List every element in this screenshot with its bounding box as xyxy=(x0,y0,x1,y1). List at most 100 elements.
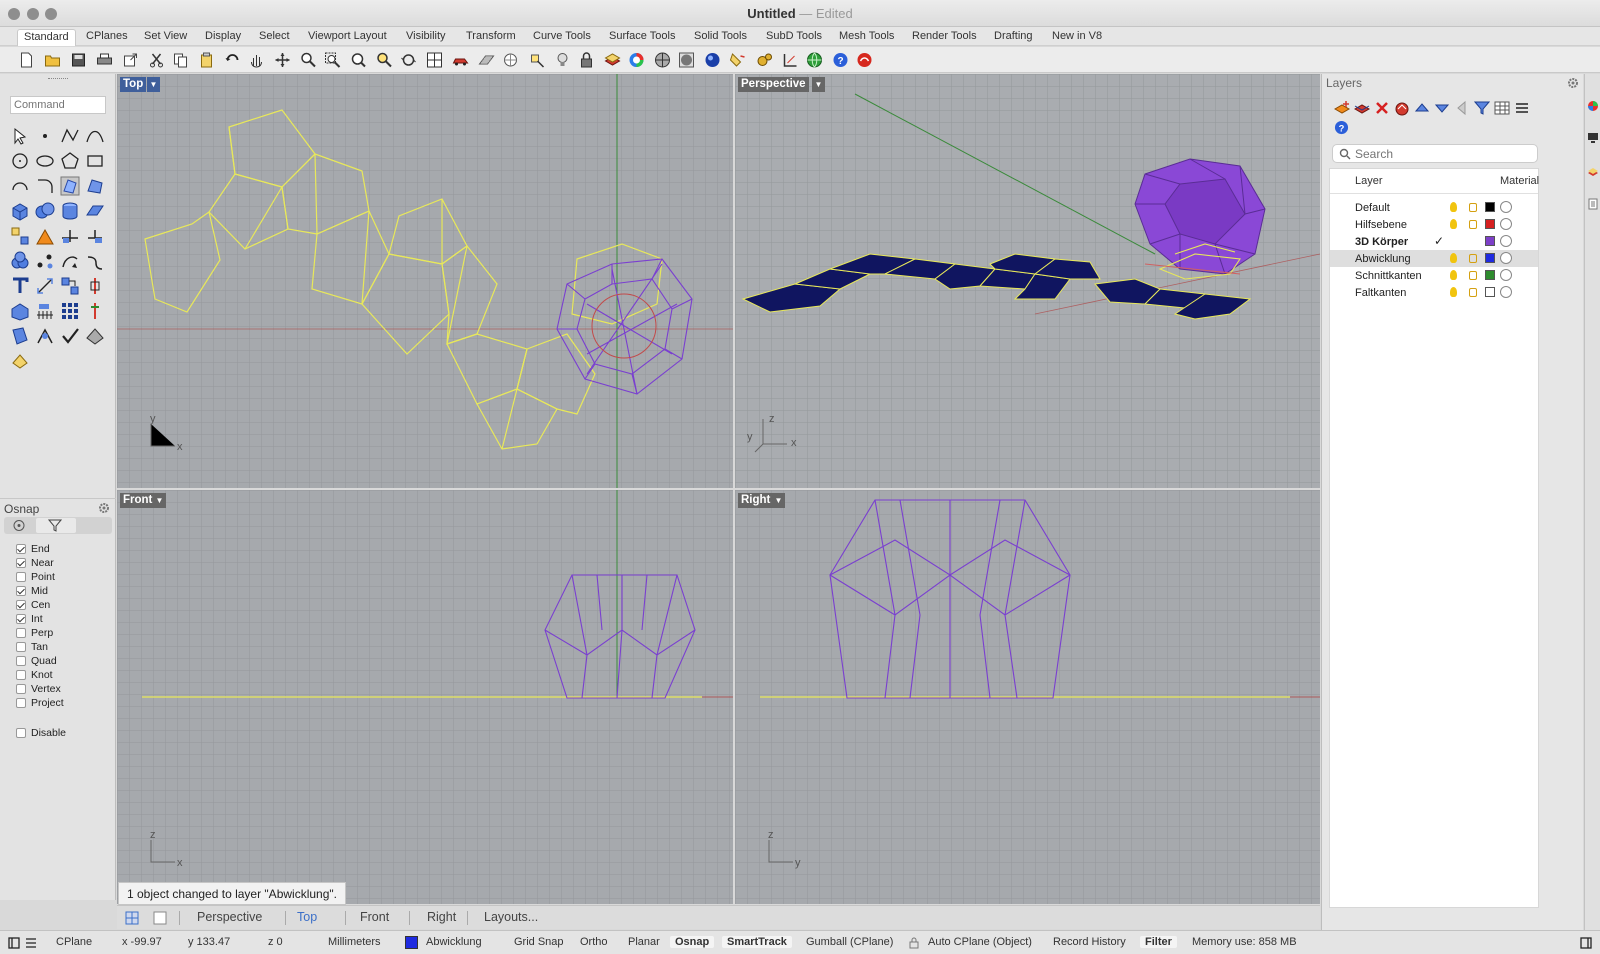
cplane-origin-icon[interactable] xyxy=(502,52,519,68)
osnap-knot[interactable]: Knot xyxy=(16,668,53,681)
transform-tool-icon[interactable] xyxy=(10,326,30,346)
tab-visibility[interactable]: Visibility xyxy=(406,29,446,46)
gear-icon[interactable] xyxy=(1567,77,1579,89)
save-icon[interactable] xyxy=(70,52,87,68)
extrude-icon[interactable] xyxy=(85,201,105,221)
viewport-right[interactable]: z y Right ▼ xyxy=(735,490,1320,904)
unlock-icon[interactable] xyxy=(1469,271,1477,280)
car-render-icon[interactable] xyxy=(452,52,469,68)
layer-material-circle[interactable] xyxy=(1500,201,1512,213)
filter-toggle[interactable]: Filter xyxy=(1140,936,1177,948)
export-icon[interactable] xyxy=(122,52,139,68)
control-points-icon[interactable] xyxy=(35,251,55,271)
tab-cplanes[interactable]: CPlanes xyxy=(86,29,128,46)
gear-icon[interactable] xyxy=(98,502,110,514)
tab-select[interactable]: Select xyxy=(259,29,290,46)
four-view-layout-icon[interactable] xyxy=(125,911,139,925)
grid-array-icon[interactable] xyxy=(35,301,55,321)
move-view-icon[interactable] xyxy=(274,52,291,68)
osnap-int[interactable]: Int xyxy=(16,612,43,625)
mesh-icon[interactable] xyxy=(10,301,30,321)
osnap-near-checkbox[interactable] xyxy=(16,557,26,568)
sidebar-toggle-icon[interactable] xyxy=(8,937,20,949)
help-icon[interactable]: ? xyxy=(1334,120,1349,135)
layer-stack-icon[interactable] xyxy=(1394,100,1410,116)
tab-viewport-layout[interactable]: Viewport Layout xyxy=(308,29,387,46)
layer-row-faltkanten[interactable]: Faltkanten xyxy=(1330,284,1538,301)
move-left-icon[interactable] xyxy=(1454,100,1470,116)
filter-icon[interactable] xyxy=(1474,100,1490,116)
layer-stack-icon[interactable] xyxy=(604,52,621,68)
split-icon[interactable] xyxy=(60,226,80,246)
layer-material-circle[interactable] xyxy=(1500,269,1512,281)
rotate-view-icon[interactable] xyxy=(400,52,417,68)
unlock-icon[interactable] xyxy=(1469,254,1477,263)
viewport-right-menu[interactable]: ▼ xyxy=(772,493,785,508)
boolean-union-icon[interactable] xyxy=(35,201,55,221)
view-tab-layouts[interactable]: Layouts... xyxy=(484,910,538,924)
osnap-knot-checkbox[interactable] xyxy=(16,669,26,680)
lock-icon[interactable] xyxy=(578,52,595,68)
select-objects-icon[interactable] xyxy=(528,52,545,68)
explode-icon[interactable] xyxy=(10,226,30,246)
gears-icon[interactable] xyxy=(756,52,773,68)
select-arrow-icon[interactable] xyxy=(10,126,30,146)
zoom-icon[interactable] xyxy=(300,52,317,68)
fillet-curve-icon[interactable] xyxy=(35,176,55,196)
osnap-filter-tab[interactable] xyxy=(36,518,76,533)
check-icon[interactable] xyxy=(60,326,80,346)
layer-row-hilfsebene[interactable]: Hilfsebene xyxy=(1330,216,1538,233)
delete-icon[interactable] xyxy=(1374,100,1390,116)
properties-icon[interactable] xyxy=(1587,198,1599,210)
point-grid-icon[interactable] xyxy=(60,301,80,321)
text-icon[interactable] xyxy=(10,276,30,296)
viewport-right-label[interactable]: Right xyxy=(738,493,774,508)
viewport-perspective-label[interactable]: Perspective xyxy=(738,77,809,92)
osnap-perp[interactable]: Perp xyxy=(16,626,53,639)
move-down-icon[interactable] xyxy=(1434,100,1450,116)
osnap-disable[interactable]: Disable xyxy=(16,726,66,739)
move-up-icon[interactable] xyxy=(1414,100,1430,116)
ellipse-icon[interactable] xyxy=(35,151,55,171)
osnap-project-checkbox[interactable] xyxy=(16,697,26,708)
current-layer-color-swatch[interactable] xyxy=(405,936,418,949)
layer-row-default[interactable]: Default xyxy=(1330,199,1538,216)
rebuild-curve-icon[interactable] xyxy=(60,251,80,271)
viewport-top-menu[interactable]: ▼ xyxy=(147,77,160,92)
new-layer-icon[interactable] xyxy=(1334,100,1350,116)
tab-standard[interactable]: Standard xyxy=(17,29,76,46)
osnap-mid-checkbox[interactable] xyxy=(16,585,26,596)
planar-toggle[interactable]: Planar xyxy=(628,936,660,948)
osnap-tan-checkbox[interactable] xyxy=(16,641,26,652)
unlock-icon[interactable] xyxy=(1469,203,1477,212)
tab-mesh-tools[interactable]: Mesh Tools xyxy=(839,29,894,46)
cplane-label[interactable]: CPlane xyxy=(56,936,92,948)
display-monitor-icon[interactable] xyxy=(1587,132,1599,144)
layer-row-schnittkanten[interactable]: Schnittkanten xyxy=(1330,267,1538,284)
gumball-toggle[interactable]: Gumball (CPlane) xyxy=(806,936,893,948)
smarttrack-toggle[interactable]: SmartTrack xyxy=(722,936,792,948)
layer-color-swatch[interactable] xyxy=(1485,253,1495,263)
osnap-vertex[interactable]: Vertex xyxy=(16,682,61,695)
layer-row-abwicklung[interactable]: Abwicklung xyxy=(1330,250,1538,267)
unlock-icon[interactable] xyxy=(1469,220,1477,229)
list-icon[interactable] xyxy=(25,937,37,949)
layer-search-input[interactable] xyxy=(1332,144,1538,163)
osnap-near[interactable]: Near xyxy=(16,556,54,569)
print-icon[interactable] xyxy=(96,52,113,68)
target-icon[interactable] xyxy=(12,519,26,532)
current-layer[interactable]: Abwicklung xyxy=(426,936,482,948)
new-sublayer-icon[interactable] xyxy=(1354,100,1370,116)
rhino-logo-icon[interactable] xyxy=(856,52,873,68)
copy-icon[interactable] xyxy=(172,52,189,68)
osnap-end[interactable]: End xyxy=(16,542,50,555)
render-sphere-icon[interactable] xyxy=(678,52,695,68)
panel-grip[interactable] xyxy=(48,78,68,81)
record-history-toggle[interactable]: Record History xyxy=(1053,936,1126,948)
viewport-top-label[interactable]: Top xyxy=(120,77,147,92)
tab-subd-tools[interactable]: SubD Tools xyxy=(766,29,822,46)
viewport-front-menu[interactable]: ▼ xyxy=(153,493,166,508)
color-wheel-icon[interactable] xyxy=(628,52,645,68)
polygon-icon[interactable] xyxy=(60,151,80,171)
globe-icon[interactable] xyxy=(806,52,823,68)
